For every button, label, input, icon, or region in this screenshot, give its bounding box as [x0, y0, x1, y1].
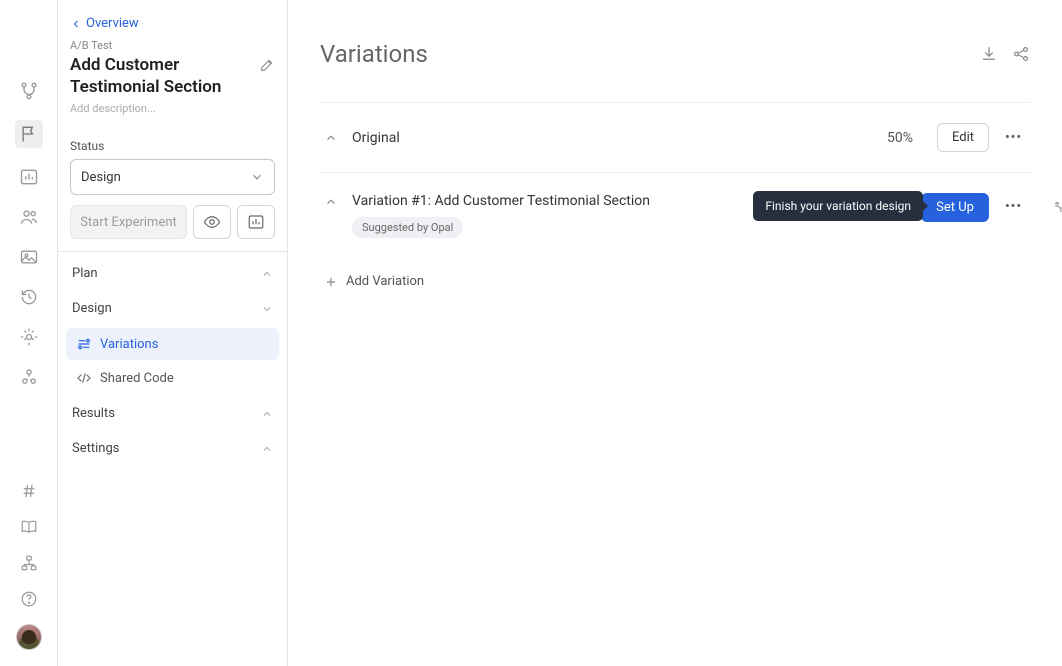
back-overview-link[interactable]: Overview	[70, 16, 275, 31]
setup-button[interactable]: Set Up	[921, 193, 989, 222]
modules-icon[interactable]	[18, 366, 40, 388]
nav-design[interactable]: Design	[66, 291, 279, 326]
edit-button[interactable]: Edit	[937, 123, 989, 152]
chevron-up-icon	[261, 408, 273, 420]
status-label: Status	[70, 139, 275, 153]
back-label: Overview	[86, 16, 139, 31]
nav-results[interactable]: Results	[66, 396, 279, 431]
help-icon[interactable]	[18, 588, 40, 610]
experiment-title: Add Customer Testimonial Section	[70, 54, 253, 98]
chevron-up-icon	[261, 443, 273, 455]
cursor-icon	[1051, 200, 1062, 216]
edit-title-icon[interactable]	[259, 57, 275, 73]
chevron-up-icon	[261, 268, 273, 280]
variation-row-original: Original 50% Edit •••	[320, 102, 1030, 172]
analytics-button[interactable]	[237, 205, 275, 239]
main-content: Variations Original 50% Edit •••	[288, 0, 1062, 666]
settings-gear-icon[interactable]	[18, 326, 40, 348]
download-icon[interactable]	[980, 45, 998, 63]
kicker-label: A/B Test	[70, 39, 275, 52]
page-title: Variations	[320, 40, 428, 68]
collapse-icon[interactable]	[324, 131, 340, 145]
nav-variations[interactable]: Variations	[66, 328, 279, 360]
audiences-icon[interactable]	[18, 206, 40, 228]
hash-icon[interactable]	[18, 480, 40, 502]
history-icon[interactable]	[18, 286, 40, 308]
add-variation-button[interactable]: Add Variation	[320, 258, 1030, 305]
nav-plan[interactable]: Plan	[66, 256, 279, 291]
image-icon[interactable]	[18, 246, 40, 268]
chevron-down-icon	[261, 303, 273, 315]
variation-row-1: Variation #1: Add Customer Testimonial S…	[320, 172, 1030, 258]
left-panel: Overview A/B Test Add Customer Testimoni…	[58, 0, 288, 666]
icon-rail	[0, 0, 58, 666]
status-value: Design	[81, 170, 121, 185]
book-icon[interactable]	[18, 516, 40, 538]
sitemap-icon[interactable]	[18, 552, 40, 574]
plus-icon	[324, 275, 338, 289]
chevron-down-icon	[250, 170, 264, 184]
start-experiment-button[interactable]: Start Experiment	[70, 205, 187, 239]
tooltip: Finish your variation design	[753, 191, 923, 221]
flag-icon[interactable]	[15, 120, 43, 148]
nav-shared-code[interactable]: Shared Code	[66, 362, 279, 394]
branch-icon[interactable]	[18, 80, 40, 102]
preview-button[interactable]	[193, 205, 231, 239]
share-icon[interactable]	[1012, 45, 1030, 63]
status-select[interactable]: Design	[70, 159, 275, 195]
more-icon[interactable]: •••	[1001, 130, 1026, 145]
variation-percent: 50%	[887, 130, 913, 146]
chart-icon[interactable]	[18, 166, 40, 188]
collapse-icon[interactable]	[324, 195, 340, 209]
description-placeholder[interactable]: Add description...	[70, 102, 275, 115]
variation-name: Original	[352, 130, 875, 146]
avatar[interactable]	[16, 624, 42, 650]
nav-settings[interactable]: Settings	[66, 431, 279, 466]
more-icon[interactable]: •••	[1001, 199, 1026, 214]
suggested-badge: Suggested by Opal	[352, 217, 463, 238]
